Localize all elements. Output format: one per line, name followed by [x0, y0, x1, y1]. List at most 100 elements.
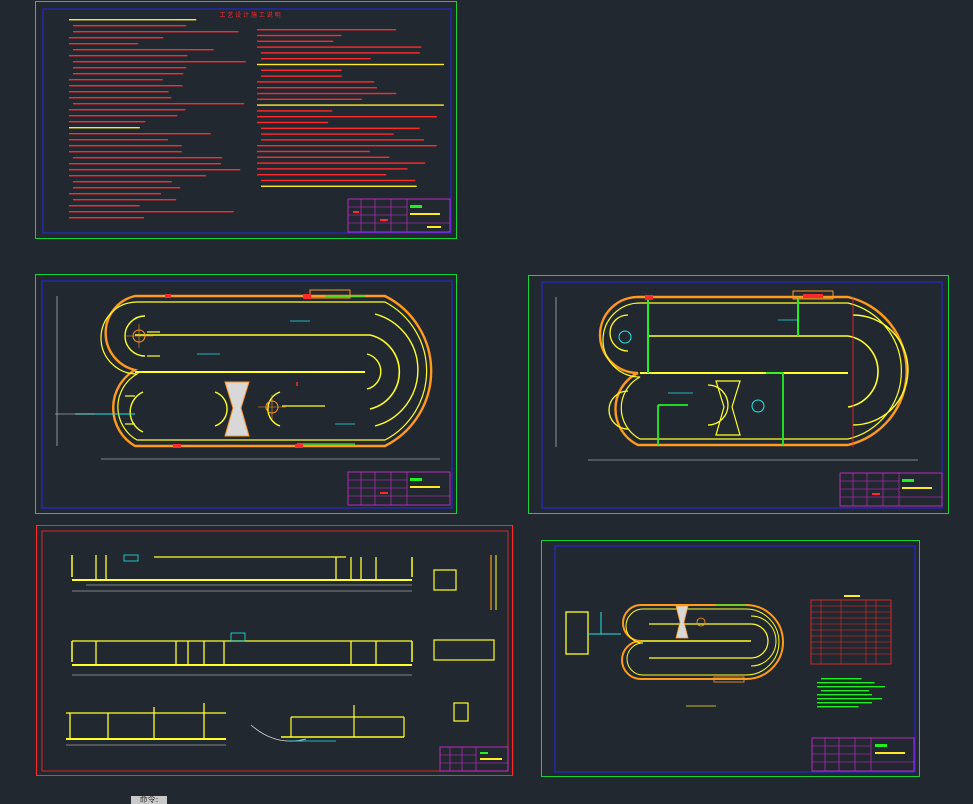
note-line [69, 121, 146, 123]
note-line [73, 181, 172, 183]
note-line [817, 682, 875, 684]
note-line [69, 163, 221, 165]
sheet-plan-small[interactable] [541, 540, 920, 777]
note-line [257, 145, 437, 147]
note-line [69, 151, 182, 153]
note-line [261, 185, 417, 187]
note-line [73, 187, 181, 189]
note-line [257, 98, 362, 100]
note-line [69, 175, 206, 177]
note-line [69, 205, 140, 207]
note-line [257, 174, 387, 176]
note-line [73, 199, 177, 201]
note-line [69, 43, 139, 45]
note-line [69, 79, 163, 81]
note-line [817, 702, 873, 704]
note-line [261, 52, 420, 54]
sheet-plan-partitioned[interactable] [528, 275, 949, 514]
note-line [261, 75, 342, 77]
note-line [73, 61, 246, 63]
note-line [73, 67, 187, 69]
note-line [257, 150, 370, 153]
section-3 [66, 703, 405, 746]
small-notes [817, 678, 885, 708]
note-line [261, 58, 371, 60]
notes-title: 工 艺 设 计 施 工 说 明 [219, 11, 280, 19]
note-line [69, 19, 197, 21]
note-line [261, 127, 420, 129]
sheet-plan-small-svg [541, 540, 920, 777]
note-line [69, 145, 182, 147]
note-line [257, 116, 438, 118]
title-block [347, 471, 451, 506]
note-line [73, 103, 245, 105]
small-tank [565, 604, 784, 707]
inner-frame [41, 530, 509, 772]
note-line [69, 211, 234, 213]
note-line [73, 25, 187, 27]
note-line [261, 133, 394, 135]
inner-frame [41, 280, 453, 509]
sheet-design-notes[interactable]: 工 艺 设 计 施 工 说 明 [35, 1, 457, 239]
sheet-sections-svg [36, 525, 513, 776]
note-line [257, 92, 397, 95]
note-line [817, 694, 872, 696]
note-line [261, 139, 425, 141]
note-line [257, 104, 444, 106]
note-line [69, 169, 241, 171]
note-line [257, 110, 333, 112]
note-line [817, 698, 883, 700]
sheet-design-notes-svg: 工 艺 设 计 施 工 说 明 [35, 1, 457, 239]
oval-tank [55, 289, 440, 460]
note-line [69, 37, 164, 39]
note-line [257, 63, 444, 66]
note-line [817, 706, 859, 708]
note-line [257, 87, 377, 89]
sheet-plan-partitioned-svg [528, 275, 949, 514]
note-line [257, 156, 390, 158]
note-line [69, 217, 145, 219]
title-block [439, 746, 509, 772]
note-line [257, 29, 397, 31]
outer-frame [35, 274, 457, 514]
section-1 [71, 554, 413, 592]
note-line [261, 69, 342, 71]
detail-views [433, 555, 497, 722]
note-line [257, 40, 334, 42]
note-line [69, 193, 162, 195]
note-line [73, 31, 239, 33]
notes-left-column [69, 19, 246, 219]
section-2 [71, 632, 413, 676]
outer-frame [528, 275, 949, 514]
note-line [73, 49, 214, 51]
notes-right-column [257, 29, 444, 187]
sheet-plan-oval-svg [35, 274, 457, 514]
note-line [69, 109, 186, 111]
sheet-sections[interactable] [36, 525, 513, 776]
note-line [257, 46, 422, 48]
title-block [839, 472, 943, 507]
note-line [73, 73, 184, 75]
note-line [69, 55, 188, 57]
note-line [69, 139, 168, 141]
command-line[interactable]: 命令: [131, 796, 167, 804]
partitioned-tank [555, 290, 918, 461]
note-line [257, 34, 342, 37]
note-line [821, 678, 862, 680]
equipment-table [810, 595, 892, 665]
note-line [257, 162, 426, 164]
title-block [347, 198, 451, 233]
note-line [257, 121, 329, 124]
note-line [69, 97, 172, 99]
note-line [69, 85, 183, 87]
note-line [69, 133, 211, 135]
title-block [811, 737, 915, 772]
note-line [261, 179, 416, 182]
note-line [257, 168, 408, 170]
note-line [69, 127, 140, 129]
note-line [821, 690, 870, 692]
note-line [73, 157, 223, 159]
note-line [69, 91, 169, 93]
note-line [817, 686, 885, 688]
sheet-plan-oval[interactable] [35, 274, 457, 514]
